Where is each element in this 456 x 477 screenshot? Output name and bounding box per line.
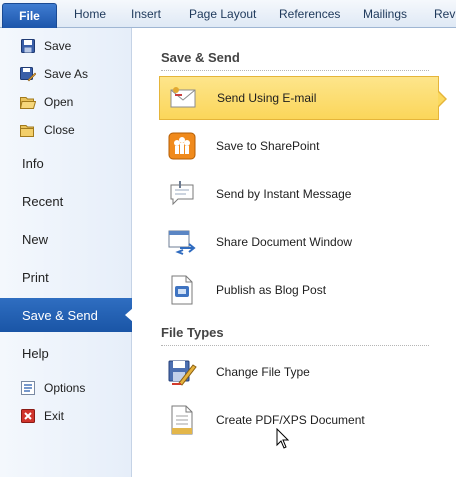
save-as-icon <box>20 66 36 82</box>
save-as-label: Save As <box>44 67 89 81</box>
open-command[interactable]: Open <box>20 91 128 113</box>
email-icon <box>167 82 199 114</box>
options-command[interactable]: Options <box>20 377 128 399</box>
section-divider <box>161 345 429 346</box>
close-command[interactable]: Close <box>20 119 128 141</box>
save-command[interactable]: Save <box>20 35 128 57</box>
save-send-panel: Save & Send Send Using E-mail Save to Sh… <box>133 28 456 477</box>
tab-file[interactable]: File <box>2 3 57 28</box>
selection-pointer <box>125 308 133 322</box>
option-send-by-instant-message[interactable]: Send by Instant Message <box>159 172 439 216</box>
exit-command[interactable]: Exit <box>20 405 128 427</box>
section-divider <box>161 70 429 71</box>
option-save-to-sharepoint[interactable]: Save to SharePoint <box>159 124 439 168</box>
exit-icon <box>20 408 36 424</box>
open-label: Open <box>44 95 74 109</box>
nav-recent[interactable]: Recent <box>0 184 132 218</box>
mouse-cursor-icon <box>276 428 290 449</box>
nav-print[interactable]: Print <box>0 260 132 294</box>
option-label: Share Document Window <box>216 235 353 249</box>
option-label: Send by Instant Message <box>216 187 352 201</box>
option-change-file-type[interactable]: Change File Type <box>159 350 439 394</box>
option-label: Save to SharePoint <box>216 139 320 153</box>
tab-review[interactable]: Revi <box>434 7 456 21</box>
section-title-file-types: File Types <box>161 325 224 340</box>
close-folder-icon <box>20 122 36 138</box>
option-send-using-email[interactable]: Send Using E-mail <box>159 76 447 120</box>
nav-new[interactable]: New <box>0 222 132 256</box>
change-file-type-icon <box>166 356 198 388</box>
option-label: Publish as Blog Post <box>216 283 327 297</box>
save-label: Save <box>44 39 72 53</box>
pdf-xps-icon <box>166 404 198 436</box>
save-icon <box>20 38 36 54</box>
ribbon-tab-bar: File Home Insert Page Layout References … <box>0 0 456 28</box>
tab-home[interactable]: Home <box>74 7 106 21</box>
option-create-pdf-xps[interactable]: Create PDF/XPS Document <box>159 398 439 442</box>
tab-mailings[interactable]: Mailings <box>363 7 407 21</box>
exit-label: Exit <box>44 409 65 423</box>
open-folder-icon <box>20 94 36 110</box>
save-as-command[interactable]: Save As <box>20 63 128 85</box>
tab-page-layout[interactable]: Page Layout <box>189 7 256 21</box>
selection-pointer-inner <box>438 92 445 106</box>
options-label: Options <box>44 381 86 395</box>
share-window-icon <box>166 226 198 258</box>
sharepoint-icon <box>166 130 198 162</box>
nav-info[interactable]: Info <box>0 146 132 180</box>
tab-references[interactable]: References <box>279 7 340 21</box>
blog-post-icon <box>166 274 198 306</box>
option-label: Create PDF/XPS Document <box>216 413 365 427</box>
option-publish-as-blog-post[interactable]: Publish as Blog Post <box>159 268 439 312</box>
nav-help[interactable]: Help <box>0 336 132 370</box>
section-title-save-send: Save & Send <box>161 50 240 65</box>
option-label: Change File Type <box>216 365 310 379</box>
option-share-document-window[interactable]: Share Document Window <box>159 220 439 264</box>
nav-save-and-send[interactable]: Save & Send <box>0 298 133 332</box>
tab-insert[interactable]: Insert <box>131 7 161 21</box>
nav-save-and-send-label: Save & Send <box>22 307 98 323</box>
backstage-nav: Save Save As Open Close Info Recent New … <box>0 28 133 477</box>
close-label: Close <box>44 123 75 137</box>
options-icon <box>20 380 36 396</box>
instant-message-icon <box>166 178 198 210</box>
option-label: Send Using E-mail <box>217 91 317 105</box>
